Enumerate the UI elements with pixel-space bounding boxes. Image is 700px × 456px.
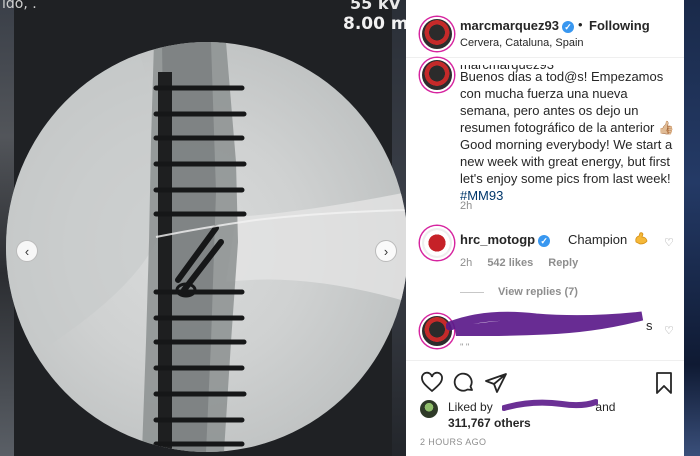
liked-by-and: and <box>595 400 616 414</box>
share-icon[interactable] <box>484 371 508 395</box>
flexed-biceps-icon <box>635 232 648 245</box>
verified-badge-icon: ✓ <box>562 20 574 33</box>
comment-reply-button[interactable]: Reply <box>548 257 578 269</box>
post-header: marcmarquez93 ✓ • Following Cervera, Cata… <box>406 0 684 58</box>
xray-image <box>6 42 406 452</box>
caption-hashtag[interactable]: #MM93 <box>460 187 676 204</box>
xray-drawing <box>6 42 406 452</box>
caption-avatar[interactable] <box>420 58 454 92</box>
comment-meta: 2h 542 likes Reply <box>460 257 590 269</box>
likes-count-text[interactable]: 311,767 others <box>448 416 531 430</box>
verified-badge-icon: ✓ <box>538 234 551 247</box>
comment-time: 2h <box>460 257 473 269</box>
caption-spanish: Buenos dias a tod@s! Empezamos con mucha… <box>460 69 675 135</box>
post-photo: ido, . 55 kV 8.00 mA <box>0 0 406 456</box>
comment-icon[interactable] <box>452 371 476 395</box>
post-side-panel: marcmarquez93 ✓ • Following Cervera, Cata… <box>406 0 684 456</box>
comment-avatar[interactable] <box>420 226 454 260</box>
comment-username[interactable]: hrc_motogp ✓ <box>460 232 551 247</box>
monitor-ma-readout: 8.00 mA <box>343 14 406 34</box>
caption-english: Good morning everybody! We start a new w… <box>460 137 673 186</box>
monitor-text-left: ido, . <box>2 0 37 12</box>
next-image-button[interactable]: › <box>375 240 397 262</box>
following-button[interactable]: Following <box>589 18 650 33</box>
redaction-scribble <box>446 311 644 336</box>
comment-likes[interactable]: 542 likes <box>487 257 533 269</box>
comment-text-end: s <box>646 318 653 333</box>
view-replies-button[interactable]: View replies (7) <box>460 286 578 298</box>
background-edge <box>684 0 700 456</box>
author-username-text[interactable]: marcmarquez93 <box>460 18 559 33</box>
action-bar <box>406 360 684 400</box>
comment-text: Champion <box>568 232 628 247</box>
likes-count[interactable]: 311,767 others <box>448 416 531 430</box>
comment-username-text[interactable]: hrc_motogp <box>460 232 535 247</box>
header-separator: • <box>578 17 583 32</box>
post-caption: Buenos dias a tod@s! Empezamos con mucha… <box>460 68 676 204</box>
monitor-kv-readout: 55 kV <box>350 0 401 13</box>
caption-time: 2h <box>460 200 473 212</box>
post-timestamp[interactable]: 2 HOURS AGO <box>420 437 486 447</box>
post-location[interactable]: Cervera, Cataluna, Spain <box>460 37 584 49</box>
liker-avatar[interactable] <box>420 400 438 418</box>
heart-icon[interactable] <box>420 371 444 395</box>
liked-by-prefix: Liked by <box>448 400 493 414</box>
previous-image-button[interactable]: ‹ <box>16 240 38 262</box>
redaction-scribble <box>502 399 598 411</box>
bookmark-icon[interactable] <box>652 371 676 395</box>
author-avatar[interactable] <box>420 17 454 51</box>
comment-meta-marks: '' '' <box>460 342 470 352</box>
author-username[interactable]: marcmarquez93 ✓ <box>460 18 574 33</box>
comment-like-heart-icon[interactable]: ♡ <box>664 324 674 337</box>
liked-by: Liked by and 311,767 others <box>420 398 680 432</box>
comment-like-heart-icon[interactable]: ♡ <box>664 236 674 249</box>
